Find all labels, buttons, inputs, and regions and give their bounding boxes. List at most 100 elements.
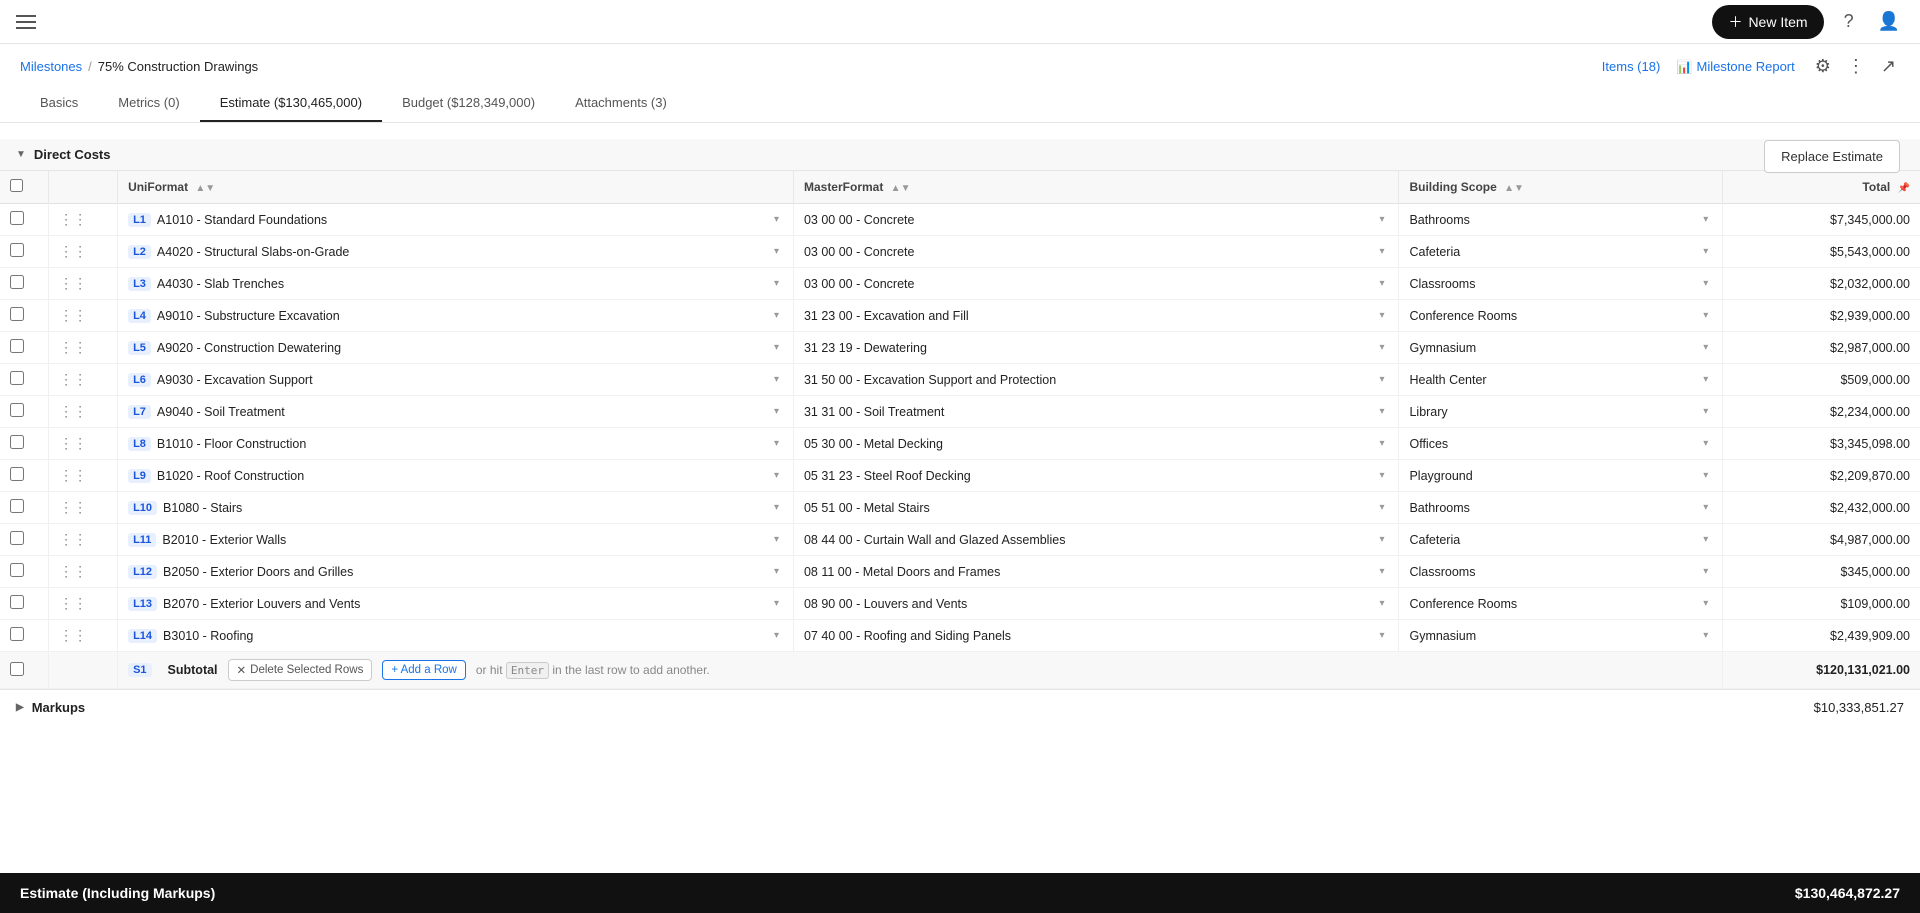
row-checkbox[interactable] — [10, 403, 24, 417]
breadcrumb-parent-link[interactable]: Milestones — [20, 59, 82, 74]
row-icon-cell: ⋮⋮ — [49, 396, 118, 428]
breadcrumb-current: 75% Construction Drawings — [98, 59, 258, 74]
row-masterformat-value: 31 31 00 - Soil Treatment — [804, 405, 1375, 419]
masterformat-dropdown-arrow[interactable]: ▾ — [1375, 310, 1388, 321]
row-checkbox[interactable] — [10, 627, 24, 641]
share-button[interactable]: ↗ — [1877, 52, 1900, 81]
tab-attachments[interactable]: Attachments (3) — [555, 85, 687, 122]
masterformat-dropdown-arrow[interactable]: ▾ — [1375, 566, 1388, 577]
new-item-button[interactable]: ＋ New Item — [1712, 5, 1823, 39]
help-button[interactable]: ? — [1840, 7, 1858, 36]
uniformal-dropdown-arrow[interactable]: ▾ — [770, 598, 783, 609]
row-checkbox[interactable] — [10, 211, 24, 225]
row-total-value: $2,987,000.00 — [1830, 341, 1910, 355]
building-scope-dropdown-arrow[interactable]: ▾ — [1699, 502, 1712, 513]
building-scope-dropdown-arrow[interactable]: ▾ — [1699, 342, 1712, 353]
add-row-button[interactable]: + Add a Row — [382, 660, 466, 680]
uniformal-dropdown-arrow[interactable]: ▾ — [770, 438, 783, 449]
masterformat-dropdown-arrow[interactable]: ▾ — [1375, 246, 1388, 257]
milestone-report-link[interactable]: 📊 Milestone Report — [1676, 59, 1794, 75]
row-building-scope-cell: Offices ▾ — [1399, 428, 1723, 460]
building-scope-dropdown-arrow[interactable]: ▾ — [1699, 438, 1712, 449]
row-total-value: $509,000.00 — [1840, 373, 1910, 387]
row-uniformal-cell: L1 A1010 - Standard Foundations ▾ — [118, 204, 794, 236]
masterformat-dropdown-arrow[interactable]: ▾ — [1375, 470, 1388, 481]
uniformal-dropdown-arrow[interactable]: ▾ — [770, 342, 783, 353]
masterformat-dropdown-arrow[interactable]: ▾ — [1375, 598, 1388, 609]
row-uniformal-cell: L10 B1080 - Stairs ▾ — [118, 492, 794, 524]
markups-section[interactable]: ▶ Markups $10,333,851.27 — [0, 689, 1920, 725]
uniformal-dropdown-arrow[interactable]: ▾ — [770, 630, 783, 641]
row-checkbox[interactable] — [10, 499, 24, 513]
building-scope-dropdown-arrow[interactable]: ▾ — [1699, 630, 1712, 641]
more-options-button[interactable]: ⋮ — [1843, 52, 1869, 81]
masterformat-dropdown-arrow[interactable]: ▾ — [1375, 278, 1388, 289]
building-scope-dropdown-arrow[interactable]: ▾ — [1699, 278, 1712, 289]
tab-estimate[interactable]: Estimate ($130,465,000) — [200, 85, 382, 122]
row-total-value: $2,432,000.00 — [1830, 501, 1910, 515]
hamburger-menu[interactable] — [16, 15, 36, 29]
uniformal-dropdown-arrow[interactable]: ▾ — [770, 502, 783, 513]
row-checkbox[interactable] — [10, 371, 24, 385]
filter-button[interactable]: ⚙ — [1811, 52, 1835, 81]
building-scope-dropdown-arrow[interactable]: ▾ — [1699, 246, 1712, 257]
user-avatar-button[interactable]: 👤 — [1874, 7, 1904, 36]
masterformat-dropdown-arrow[interactable]: ▾ — [1375, 406, 1388, 417]
row-checkbox[interactable] — [10, 339, 24, 353]
masterformat-dropdown-arrow[interactable]: ▾ — [1375, 534, 1388, 545]
tab-metrics[interactable]: Metrics (0) — [98, 85, 199, 122]
select-all-checkbox[interactable] — [10, 179, 23, 192]
row-checkbox-cell — [0, 428, 49, 460]
tab-budget[interactable]: Budget ($128,349,000) — [382, 85, 555, 122]
uniformal-dropdown-arrow[interactable]: ▾ — [770, 534, 783, 545]
row-checkbox[interactable] — [10, 307, 24, 321]
row-checkbox[interactable] — [10, 563, 24, 577]
uniformal-dropdown-arrow[interactable]: ▾ — [770, 566, 783, 577]
row-masterformat-cell: 31 50 00 - Excavation Support and Protec… — [793, 364, 1399, 396]
masterformat-dropdown-arrow[interactable]: ▾ — [1375, 502, 1388, 513]
row-building-scope-cell: Health Center ▾ — [1399, 364, 1723, 396]
masterformat-dropdown-arrow[interactable]: ▾ — [1375, 214, 1388, 225]
uniformal-dropdown-arrow[interactable]: ▾ — [770, 374, 783, 385]
row-building-scope-value: Offices — [1409, 437, 1699, 451]
row-total-cell: $3,345,098.00 — [1723, 428, 1920, 460]
building-scope-dropdown-arrow[interactable]: ▾ — [1699, 374, 1712, 385]
uniformal-dropdown-arrow[interactable]: ▾ — [770, 278, 783, 289]
row-checkbox[interactable] — [10, 595, 24, 609]
masterformat-dropdown-arrow[interactable]: ▾ — [1375, 438, 1388, 449]
delete-selected-rows-button[interactable]: ✕ Delete Selected Rows — [228, 659, 373, 681]
masterformat-dropdown-arrow[interactable]: ▾ — [1375, 630, 1388, 641]
building-scope-dropdown-arrow[interactable]: ▾ — [1699, 214, 1712, 225]
row-checkbox[interactable] — [10, 467, 24, 481]
building-scope-dropdown-arrow[interactable]: ▾ — [1699, 470, 1712, 481]
bar-chart-icon: 📊 — [1676, 59, 1692, 75]
building-scope-dropdown-arrow[interactable]: ▾ — [1699, 310, 1712, 321]
subtotal-checkbox[interactable] — [10, 662, 24, 676]
row-checkbox[interactable] — [10, 531, 24, 545]
direct-costs-title: Direct Costs — [34, 147, 111, 162]
uniformal-dropdown-arrow[interactable]: ▾ — [770, 406, 783, 417]
replace-estimate-button[interactable]: Replace Estimate — [1764, 140, 1900, 173]
items-link[interactable]: Items (18) — [1602, 59, 1661, 74]
uniformal-dropdown-arrow[interactable]: ▾ — [770, 310, 783, 321]
row-masterformat-cell: 05 51 00 - Metal Stairs ▾ — [793, 492, 1399, 524]
row-checkbox[interactable] — [10, 275, 24, 289]
building-scope-dropdown-arrow[interactable]: ▾ — [1699, 598, 1712, 609]
uniformal-dropdown-arrow[interactable]: ▾ — [770, 470, 783, 481]
uniformal-dropdown-arrow[interactable]: ▾ — [770, 214, 783, 225]
building-scope-dropdown-arrow[interactable]: ▾ — [1699, 566, 1712, 577]
masterformat-dropdown-arrow[interactable]: ▾ — [1375, 374, 1388, 385]
row-checkbox[interactable] — [10, 243, 24, 257]
top-bar-left — [16, 15, 36, 29]
sort-icon: ▲▼ — [195, 183, 215, 194]
row-masterformat-cell: 31 23 19 - Dewatering ▾ — [793, 332, 1399, 364]
tab-basics[interactable]: Basics — [20, 85, 98, 122]
direct-costs-section-header[interactable]: ▼ Direct Costs — [0, 139, 1920, 171]
markups-label: Markups — [32, 700, 85, 715]
building-scope-dropdown-arrow[interactable]: ▾ — [1699, 406, 1712, 417]
row-checkbox[interactable] — [10, 435, 24, 449]
uniformal-dropdown-arrow[interactable]: ▾ — [770, 246, 783, 257]
masterformat-dropdown-arrow[interactable]: ▾ — [1375, 342, 1388, 353]
row-building-scope-cell: Bathrooms ▾ — [1399, 492, 1723, 524]
building-scope-dropdown-arrow[interactable]: ▾ — [1699, 534, 1712, 545]
